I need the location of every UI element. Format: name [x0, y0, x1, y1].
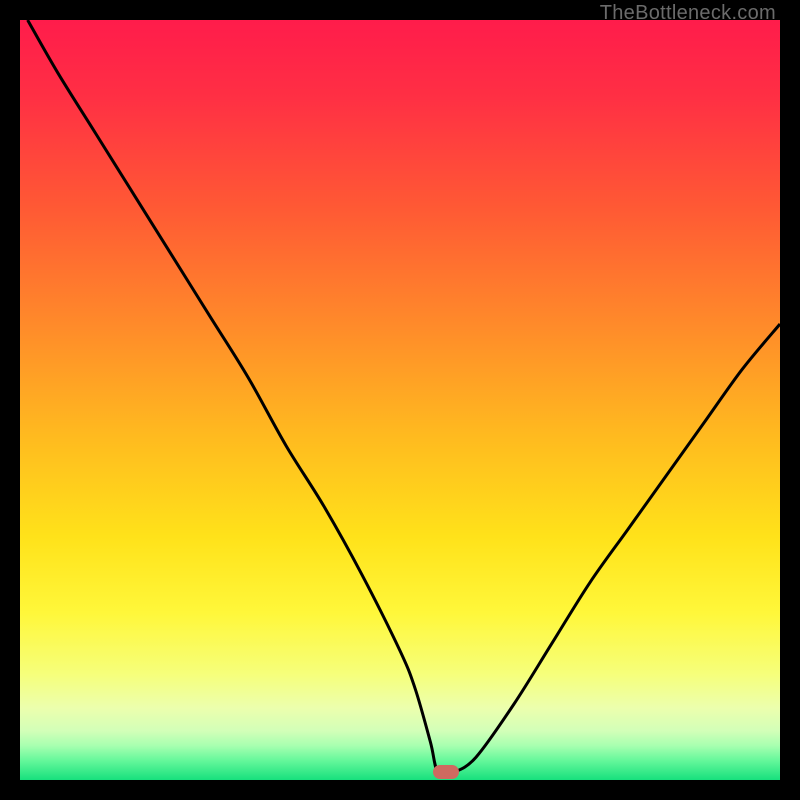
gradient-background [20, 20, 780, 780]
plot-frame [20, 20, 780, 780]
bottleneck-plot [20, 20, 780, 780]
watermark-text: TheBottleneck.com [600, 2, 776, 25]
optimal-point-marker [433, 765, 459, 779]
